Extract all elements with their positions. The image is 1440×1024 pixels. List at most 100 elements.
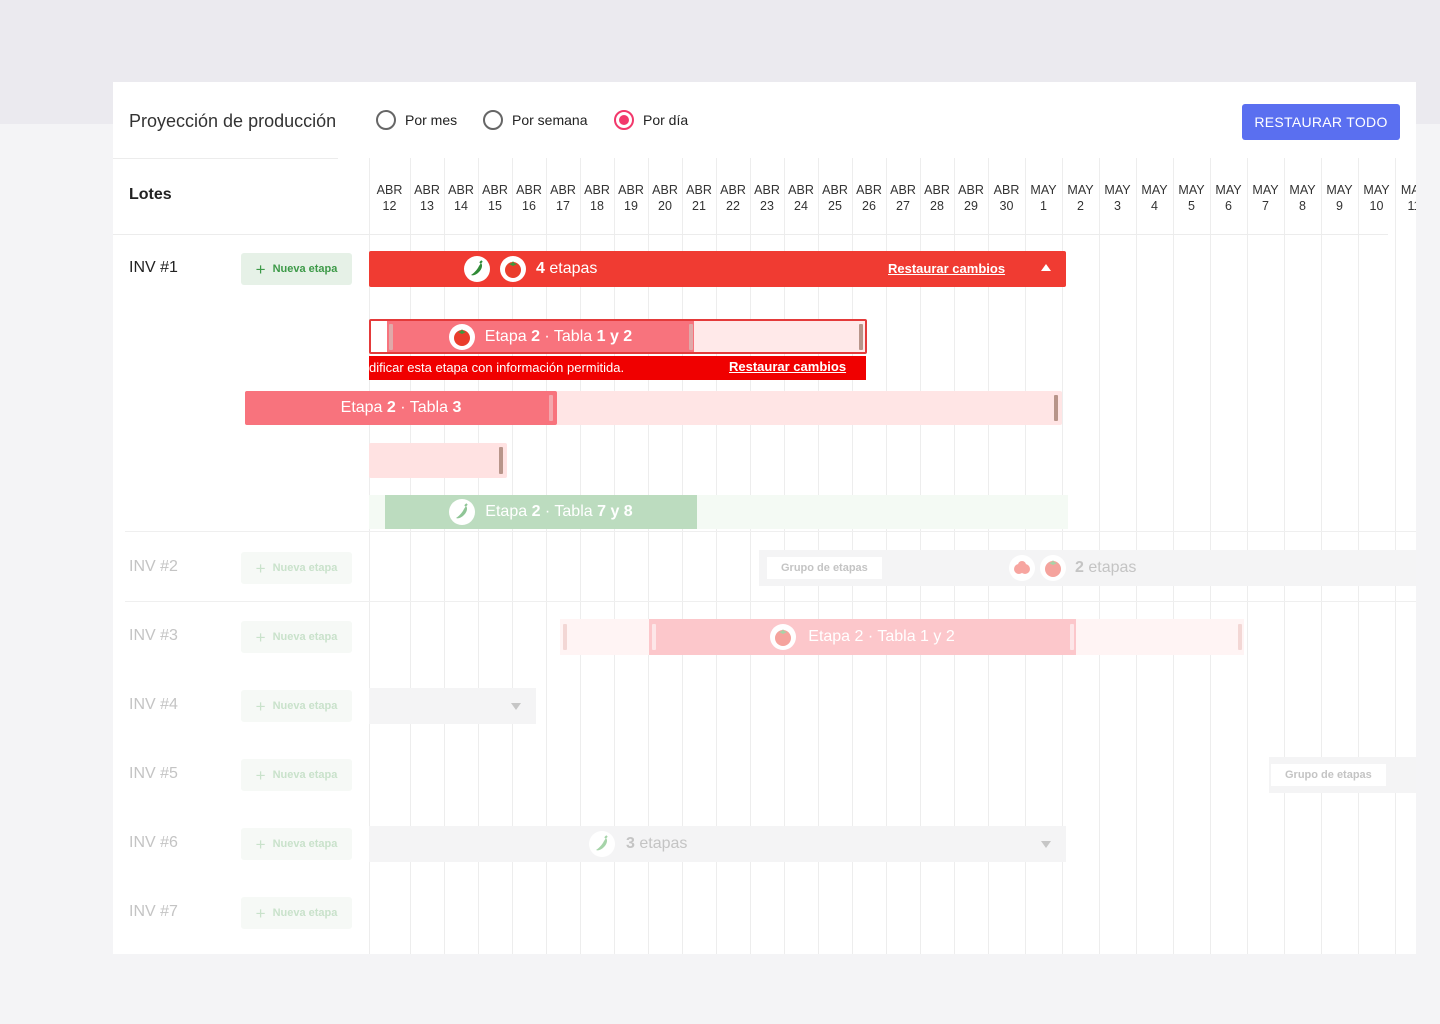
date-header-cell: ABR 18 [580,182,614,214]
lote-label-inv5: INV #5 [129,765,178,782]
radio-circle [483,110,503,130]
new-stage-label: Nueva etapa [272,769,338,781]
new-stage-label: Nueva etapa [272,263,338,275]
date-day: 23 [760,199,774,213]
collapse-caret-icon[interactable] [1041,264,1051,271]
new-stage-button[interactable]: + Nueva etapa [241,828,352,860]
restore-all-button[interactable]: RESTAURAR TODO [1242,104,1400,140]
plus-icon: + [255,627,266,647]
date-month: ABR [856,183,882,197]
radio-por-mes[interactable]: Por mes [376,110,457,130]
inv2-stage-group-bar[interactable]: Grupo de etapas 2 etapas [759,550,1416,586]
inv5-stage-group-bar[interactable]: Grupo de etapas [1269,757,1416,793]
radio-por-semana[interactable]: Por semana [483,110,587,130]
new-stage-label: Nueva etapa [272,700,338,712]
date-header-cell: MAY 6 [1210,182,1247,214]
page-title: Proyección de producción [129,111,337,131]
date-month: ABR [890,183,916,197]
group-chip: Grupo de etapas [767,557,882,579]
inv3-stage-bar[interactable]: Etapa 2 · Tabla 1 y 2 [649,619,1076,655]
date-header-cell: MAY 3 [1099,182,1136,214]
inv1-error-banner: dificar esta etapa con información permi… [369,356,866,380]
date-header-cell: ABR 13 [410,182,444,214]
date-day: 28 [930,199,944,213]
new-stage-button[interactable]: + Nueva etapa [241,621,352,653]
date-header-cell: MAY 1 [1025,182,1062,214]
date-header-cell: ABR 20 [648,182,682,214]
new-stage-button[interactable]: + Nueva etapa [241,759,352,791]
inv1-stage-group-bar[interactable]: 4 etapas Restaurar cambios [369,251,1066,287]
radio-por-dia[interactable]: Por día [614,110,688,130]
resize-handle[interactable] [499,447,503,474]
expand-caret-icon[interactable] [1041,841,1051,848]
new-stage-button[interactable]: + Nueva etapa [241,690,352,722]
date-day: 15 [488,199,502,213]
pepper-icon [589,831,615,857]
plus-icon: + [255,558,266,578]
inv1-stage-a-bar[interactable]: Etapa 2 · Tabla 1 y 2 [387,321,694,352]
date-header-cell: ABR 19 [614,182,648,214]
resize-handle[interactable] [652,624,656,650]
inv6-group-count: 3 etapas [626,835,688,852]
inv1-stage-b-bar[interactable]: Etapa 2 · Tabla 3 [245,391,557,425]
new-stage-button[interactable]: + Nueva etapa [241,897,352,929]
date-day: 20 [658,199,672,213]
inv1-stage-d-bar[interactable]: Etapa 2 · Tabla 7 y 8 [385,495,697,529]
date-header-cell: MAY 9 [1321,182,1358,214]
new-stage-button[interactable]: + Nueva etapa [241,552,352,584]
radio-circle [614,110,634,130]
date-header-cell: ABR 17 [546,182,580,214]
tomato-icon [500,256,526,282]
date-day: 12 [382,199,397,213]
date-month: ABR [686,183,712,197]
lote-label-inv1: INV #1 [129,259,178,276]
new-stage-button[interactable]: + Nueva etapa [241,253,352,285]
new-stage-label: Nueva etapa [272,631,338,643]
expand-caret-icon[interactable] [511,703,521,710]
radio-label: Por día [643,112,689,128]
resize-handle[interactable] [1238,624,1242,650]
resize-handle[interactable] [389,324,393,350]
restore-changes-link[interactable]: Restaurar cambios [729,359,846,374]
resize-handle[interactable] [549,395,553,421]
inv6-stage-group-bar[interactable]: 3 etapas [369,826,1066,862]
plus-icon: + [255,834,266,854]
date-day: 11 [1407,199,1417,213]
date-day: 4 [1151,199,1158,213]
date-day: 13 [420,199,434,213]
new-stage-label: Nueva etapa [272,562,338,574]
lote-label-inv6: INV #6 [129,834,178,851]
date-day: 9 [1336,199,1343,213]
date-month: MAY [1178,183,1205,197]
inv1-stage-c-track[interactable] [369,443,507,478]
date-day: 10 [1369,199,1384,213]
date-day: 16 [522,199,536,213]
date-header-cell: MAY 2 [1062,182,1099,214]
resize-handle[interactable] [563,624,567,650]
date-day: 5 [1188,199,1195,213]
date-header-cell: ABR 15 [478,182,512,214]
date-day: 24 [794,199,808,213]
date-month: MAY [1252,183,1279,197]
lote-label-inv4: INV #4 [129,696,178,713]
resize-handle[interactable] [1070,624,1074,650]
lote-label-inv2: INV #2 [129,558,178,575]
date-month: ABR [414,183,440,197]
plus-icon: + [255,903,266,923]
date-header-cell: ABR 14 [444,182,478,214]
inv4-stage-group-bar[interactable] [369,688,536,724]
date-day: 7 [1262,199,1269,213]
date-header-cell: ABR 29 [954,182,988,214]
resize-handle[interactable] [859,324,863,350]
error-message: dificar esta etapa con información permi… [369,360,625,375]
date-header-cell: MAY 11 [1395,182,1416,214]
date-day: 8 [1299,199,1306,213]
date-day: 19 [624,199,638,213]
resize-handle[interactable] [1054,395,1058,421]
plus-icon: + [255,259,266,279]
date-header-cell: ABR 12 [369,182,410,214]
resize-handle[interactable] [689,324,693,350]
restore-changes-link[interactable]: Restaurar cambios [888,261,1005,276]
date-month: MAY [1326,183,1353,197]
date-day: 21 [692,199,706,213]
